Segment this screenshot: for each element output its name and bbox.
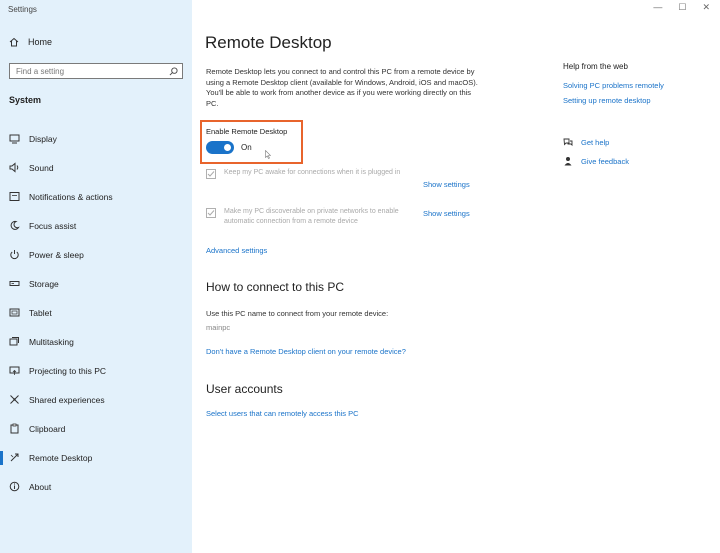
sidebar-item-remote-desktop[interactable]: Remote Desktop: [0, 443, 192, 472]
give-feedback-row[interactable]: Give feedback: [563, 156, 629, 166]
help-panel: Help from the web Solving PC problems re…: [563, 62, 664, 111]
sidebar-item-label: Notifications & actions: [29, 191, 113, 202]
notifications-icon: [9, 192, 20, 201]
power-icon: [10, 250, 19, 260]
multitasking-icon: [9, 337, 19, 346]
page-title: Remote Desktop: [205, 33, 332, 52]
toggle-knob: [224, 144, 231, 151]
sidebar-item-label: Storage: [29, 278, 59, 289]
sidebar-item-about[interactable]: About: [0, 472, 192, 501]
get-help-icon: [563, 138, 573, 147]
sidebar-item-storage[interactable]: Storage: [0, 269, 192, 298]
sidebar-nav: Display Sound Notifications & actions Fo…: [0, 124, 192, 501]
moon-icon: [10, 220, 20, 230]
client-help-link[interactable]: Don't have a Remote Desktop client on yo…: [206, 347, 406, 356]
sidebar-item-label: Focus assist: [29, 220, 77, 231]
sidebar-item-label: Display: [29, 133, 57, 144]
main-content: — ☐ ✕ Remote Desktop Remote Desktop lets…: [192, 0, 720, 553]
maximize-button[interactable]: ☐: [678, 2, 686, 13]
remote-desktop-icon: [10, 453, 19, 462]
sidebar-item-label: Remote Desktop: [29, 452, 93, 463]
get-help-row[interactable]: Get help: [563, 137, 609, 147]
sidebar-item-clipboard[interactable]: Clipboard: [0, 414, 192, 443]
sidebar-item-tablet[interactable]: Tablet: [0, 298, 192, 327]
sound-icon: [9, 162, 19, 173]
user-accounts-heading: User accounts: [206, 382, 283, 396]
help-link-setting-up[interactable]: Setting up remote desktop: [563, 96, 664, 105]
checkmark-icon: [207, 171, 215, 177]
advanced-settings-link[interactable]: Advanced settings: [206, 246, 267, 255]
select-users-link[interactable]: Select users that can remotely access th…: [206, 409, 359, 418]
close-button[interactable]: ✕: [702, 2, 710, 13]
sidebar-item-label: Clipboard: [29, 423, 66, 434]
help-title: Help from the web: [563, 62, 628, 71]
tablet-icon: [9, 308, 20, 317]
toggle-label: Enable Remote Desktop: [206, 127, 288, 136]
sidebar-item-multitasking[interactable]: Multitasking: [0, 327, 192, 356]
give-feedback-link[interactable]: Give feedback: [581, 157, 629, 166]
show-settings-link-2[interactable]: Show settings: [423, 209, 470, 218]
info-icon: [9, 481, 20, 492]
feedback-icon: [564, 157, 572, 166]
connect-instructions: Use this PC name to connect from your re…: [206, 309, 389, 318]
pc-name: mainpc: [206, 323, 231, 332]
option-discoverable: Make my PC discoverable on private netwo…: [206, 207, 404, 227]
show-settings-link-1[interactable]: Show settings: [423, 180, 470, 189]
home-nav-item[interactable]: Home: [9, 37, 52, 47]
search-placeholder: Find a setting: [16, 66, 65, 76]
sidebar-item-label: Projecting to this PC: [29, 365, 107, 376]
enable-remote-desktop-toggle[interactable]: [206, 141, 234, 154]
sidebar-item-notifications[interactable]: Notifications & actions: [0, 182, 192, 211]
sidebar: Settings Home Find a setting System Disp…: [0, 0, 192, 553]
keep-awake-text: Keep my PC awake for connections when it…: [224, 169, 401, 176]
home-icon: [9, 37, 19, 47]
get-help-link[interactable]: Get help: [581, 138, 609, 147]
sidebar-item-projecting[interactable]: Projecting to this PC: [0, 356, 192, 385]
sidebar-item-label: Multitasking: [29, 336, 74, 347]
sidebar-item-label: Tablet: [29, 307, 52, 318]
page-description: Remote Desktop lets you connect to and c…: [206, 67, 478, 108]
mouse-cursor-icon: [265, 150, 271, 159]
connect-heading: How to connect to this PC: [206, 280, 345, 294]
sidebar-item-label: About: [29, 481, 52, 492]
sidebar-item-label: Sound: [29, 162, 54, 173]
discoverable-text: Make my PC discoverable on private netwo…: [224, 208, 399, 225]
toggle-state: On: [241, 143, 252, 152]
sidebar-item-label: Shared experiences: [29, 394, 105, 405]
checkmark-icon: [207, 210, 215, 216]
projecting-icon: [9, 366, 20, 375]
keep-awake-checkbox[interactable]: [206, 169, 216, 179]
sidebar-item-focus-assist[interactable]: Focus assist: [0, 211, 192, 240]
window-controls: — ☐ ✕: [653, 2, 710, 13]
shared-icon: [10, 395, 19, 404]
option-keep-awake: Keep my PC awake for connections when it…: [206, 168, 404, 179]
clipboard-icon: [10, 423, 19, 434]
sidebar-item-power-sleep[interactable]: Power & sleep: [0, 240, 192, 269]
section-label-system: System: [9, 95, 42, 105]
sidebar-item-label: Power & sleep: [29, 249, 84, 260]
app-title: Settings: [8, 5, 37, 14]
discoverable-checkbox[interactable]: [206, 208, 216, 218]
storage-icon: [9, 281, 20, 286]
minimize-button[interactable]: —: [653, 2, 662, 13]
display-icon: [9, 134, 20, 144]
help-link-solving[interactable]: Solving PC problems remotely: [563, 81, 664, 90]
sidebar-item-shared-experiences[interactable]: Shared experiences: [0, 385, 192, 414]
search-input[interactable]: Find a setting: [9, 63, 183, 79]
home-label: Home: [28, 37, 53, 47]
sidebar-item-display[interactable]: Display: [0, 124, 192, 153]
sidebar-item-sound[interactable]: Sound: [0, 153, 192, 182]
search-icon[interactable]: [169, 67, 178, 76]
